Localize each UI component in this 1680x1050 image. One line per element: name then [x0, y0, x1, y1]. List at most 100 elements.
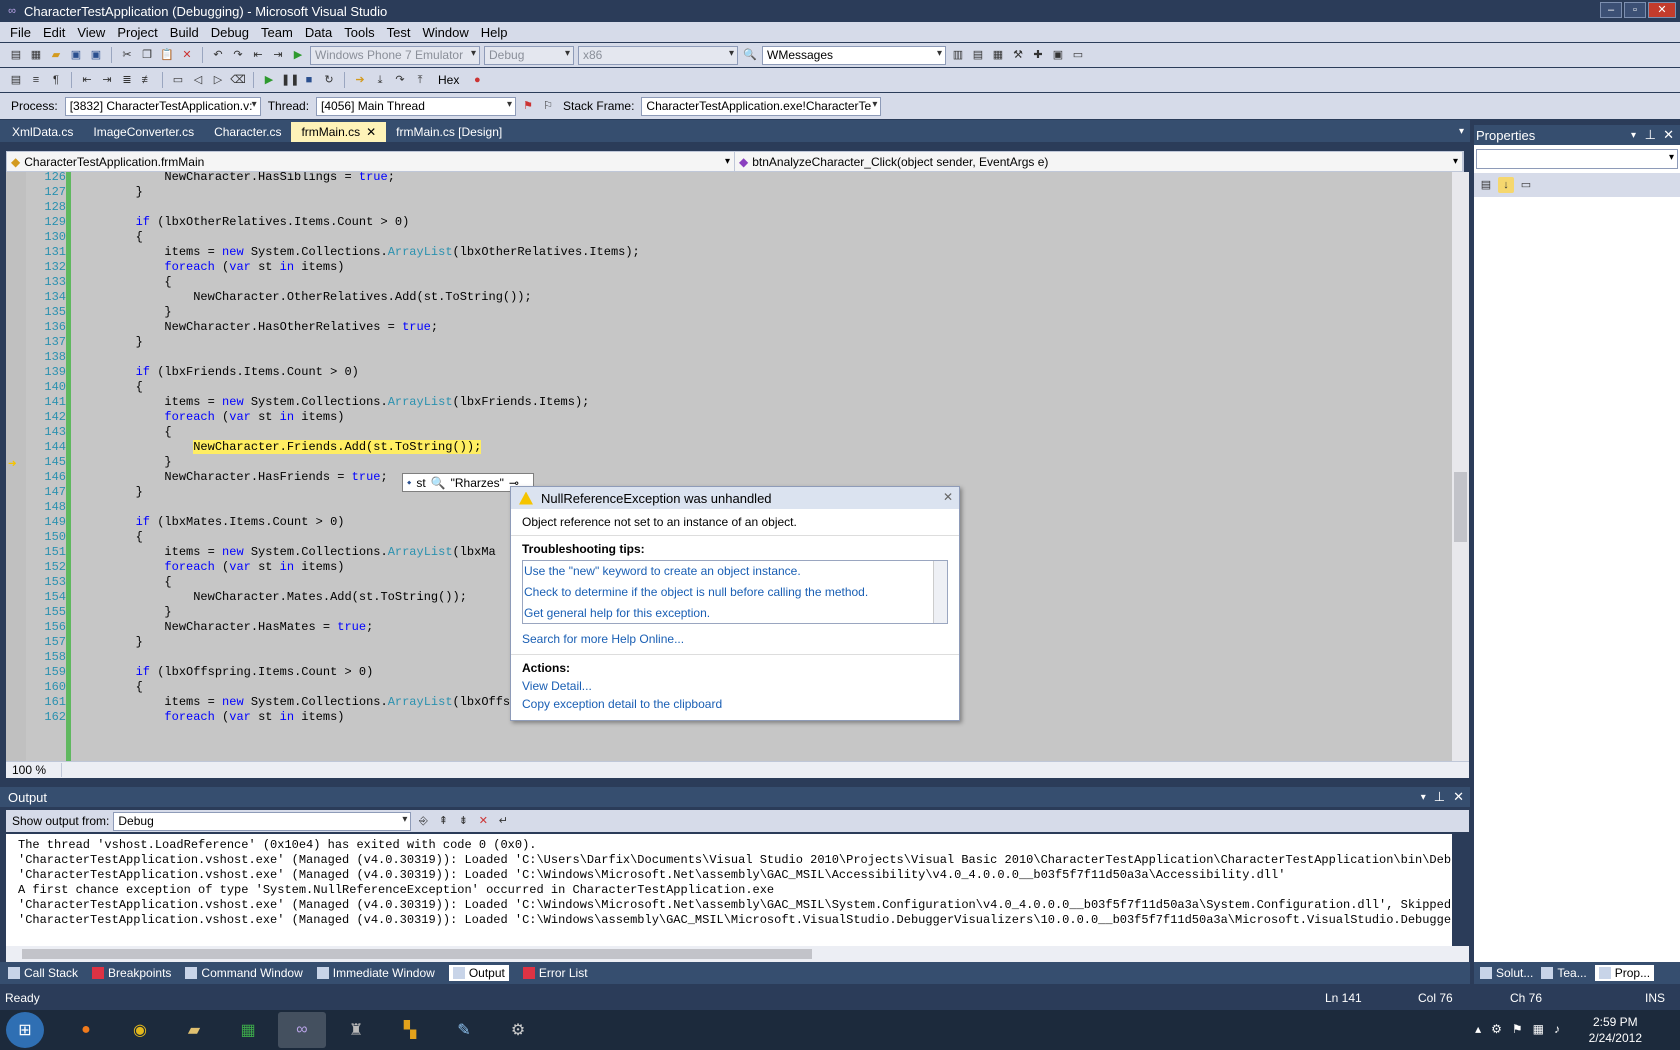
code-line[interactable]: foreach (var st in items) [78, 709, 344, 725]
extension-manager-icon[interactable]: ✚ [1030, 47, 1046, 63]
close-exception-icon[interactable]: ✕ [943, 490, 953, 504]
solution-explorer-icon[interactable]: ▥ [950, 47, 966, 63]
editor-vertical-scrollbar[interactable] [1452, 172, 1469, 761]
code-line[interactable]: { [78, 379, 143, 395]
code-line[interactable]: { [78, 529, 143, 545]
uncomment-icon[interactable]: ≢ [139, 72, 155, 88]
navigate-backward-icon[interactable]: ⇤ [250, 47, 266, 63]
hex-toggle[interactable]: Hex [438, 73, 459, 87]
code-line[interactable]: foreach (var st in items) [78, 559, 344, 575]
clear-bookmarks-icon[interactable]: ⌫ [230, 72, 246, 88]
visual-studio-taskbar-icon[interactable]: ∞ [278, 1012, 326, 1048]
file-explorer-icon[interactable]: ▰ [170, 1012, 218, 1048]
open-file-icon[interactable]: ▰ [48, 47, 64, 63]
tab-xmldata[interactable]: XmlData.cs [2, 122, 83, 142]
tab-imageconverter[interactable]: ImageConverter.cs [83, 122, 204, 142]
close-tab-icon[interactable]: ✕ [366, 125, 376, 139]
flag-all-threads-icon[interactable]: ⚐ [540, 98, 556, 114]
next-bookmark-icon[interactable]: ▷ [210, 72, 226, 88]
restart-icon[interactable]: ↻ [321, 72, 337, 88]
code-line[interactable]: { [78, 274, 171, 290]
code-line[interactable]: NewCharacter.Mates.Add(st.ToString()); [78, 589, 467, 605]
undo-icon[interactable]: ↶ [210, 47, 226, 63]
code-line[interactable]: NewCharacter.OtherRelatives.Add(st.ToStr… [78, 289, 532, 305]
code-line[interactable]: } [78, 634, 143, 650]
output-horizontal-scrollbar[interactable] [6, 946, 1469, 962]
platform-select[interactable]: x86 [578, 45, 738, 65]
step-over-icon[interactable]: ↷ [392, 72, 408, 88]
code-line[interactable]: { [78, 679, 143, 695]
menu-data[interactable]: Data [299, 25, 338, 40]
menu-debug[interactable]: Debug [205, 25, 255, 40]
code-line[interactable]: foreach (var st in items) [78, 259, 344, 275]
clock[interactable]: 2:59 PM 2/24/2012 [1589, 1014, 1642, 1046]
emulator-select[interactable]: Windows Phone 7 Emulator [310, 45, 480, 65]
code-line[interactable]: if (lbxMates.Items.Count > 0) [78, 514, 345, 530]
tab-properties[interactable]: Prop... [1594, 965, 1655, 981]
code-line[interactable]: } [78, 604, 171, 620]
menu-window[interactable]: Window [416, 25, 474, 40]
current-statement-line[interactable]: NewCharacter.Friends.Add(st.ToString()); [78, 439, 482, 455]
tab-frmmain[interactable]: frmMain.cs ✕ [291, 122, 387, 142]
excel-icon[interactable]: ▦ [224, 1012, 272, 1048]
member-dropdown[interactable]: ◆ btnAnalyzeCharacter_Click(object sender… [735, 152, 1463, 171]
code-line[interactable]: { [78, 424, 171, 440]
step-into-icon[interactable]: ⤓ [372, 72, 388, 88]
tips-scrollbar[interactable] [933, 561, 947, 623]
start-page-icon[interactable]: ▣ [1050, 47, 1066, 63]
action-center-icon[interactable]: ⚑ [1512, 1022, 1523, 1036]
properties-object-select[interactable] [1476, 149, 1678, 169]
chrome-icon[interactable]: ◉ [116, 1012, 164, 1048]
tab-solution-explorer[interactable]: Solut... [1480, 966, 1533, 980]
output-close-icon[interactable]: ✕ [1453, 789, 1464, 805]
stop-debugging-icon[interactable]: ■ [301, 72, 317, 88]
flag-thread-icon[interactable]: ⚑ [520, 98, 536, 114]
word-wrap-icon[interactable]: ↵ [495, 813, 511, 829]
help-online-link[interactable]: Search for more Help Online... [511, 630, 959, 648]
configuration-select[interactable]: Debug [484, 45, 574, 65]
paint-icon[interactable]: ✎ [440, 1012, 488, 1048]
next-message-icon[interactable]: ⇟ [455, 813, 471, 829]
process-select[interactable]: [3832] CharacterTestApplication.v: [64, 96, 261, 116]
magnifier-icon[interactable]: 🔍 [431, 476, 446, 490]
menu-project[interactable]: Project [111, 25, 163, 40]
code-line[interactable]: if (lbxOffspring.Items.Count > 0) [78, 664, 374, 680]
control-panel-icon[interactable]: ▚ [386, 1012, 434, 1048]
find-combo[interactable]: WMessages [762, 45, 946, 65]
command-window-icon[interactable]: ▭ [1070, 47, 1086, 63]
list-members-icon[interactable]: ≡ [28, 72, 44, 88]
properties-menu-icon[interactable]: ▾ [1631, 130, 1636, 141]
tab-error-list[interactable]: Error List [522, 966, 588, 980]
tab-command-window[interactable]: Command Window [185, 966, 303, 980]
parameter-info-icon[interactable]: ¶ [48, 72, 64, 88]
type-dropdown[interactable]: ◆ CharacterTestApplication.frmMain [7, 152, 735, 171]
delete-icon[interactable]: ✕ [179, 47, 195, 63]
stack-frame-select[interactable]: CharacterTestApplication.exe!CharacterTe [641, 96, 882, 116]
properties-pin-icon[interactable]: ⊥ [1645, 127, 1656, 143]
scroll-thumb[interactable] [22, 949, 812, 959]
object-browser-icon[interactable]: ▦ [990, 47, 1006, 63]
tip-link[interactable]: Use the "new" keyword to create an objec… [523, 563, 947, 584]
thread-select[interactable]: [4056] Main Thread [316, 96, 517, 116]
increase-indent-icon[interactable]: ⇥ [99, 72, 115, 88]
output-source-select[interactable]: Debug [113, 811, 412, 831]
find-in-files-icon[interactable]: 🔍 [742, 47, 758, 63]
cut-icon[interactable]: ✂ [119, 47, 135, 63]
close-button[interactable]: ✕ [1648, 2, 1676, 18]
scroll-thumb[interactable] [1454, 472, 1467, 542]
find-message-icon[interactable]: ⎆ [415, 813, 431, 829]
code-line[interactable]: { [78, 574, 171, 590]
code-line[interactable]: } [78, 334, 143, 350]
clear-all-icon[interactable]: ✕ [475, 813, 491, 829]
tab-breakpoints[interactable]: Breakpoints [92, 966, 171, 980]
properties-close-icon[interactable]: ✕ [1663, 127, 1674, 143]
tab-frmmain-design[interactable]: frmMain.cs [Design] [386, 122, 512, 142]
code-line[interactable]: } [78, 184, 143, 200]
previous-message-icon[interactable]: ⇞ [435, 813, 451, 829]
copy-exception-link[interactable]: Copy exception detail to the clipboard [511, 695, 959, 713]
property-pages-icon[interactable]: ▭ [1518, 177, 1534, 193]
start-debugging-icon[interactable]: ▶ [290, 47, 306, 63]
toolbox-icon[interactable]: ⚒ [1010, 47, 1026, 63]
code-line[interactable]: if (lbxFriends.Items.Count > 0) [78, 364, 359, 380]
start-button-icon[interactable]: ⊞ [6, 1012, 44, 1048]
